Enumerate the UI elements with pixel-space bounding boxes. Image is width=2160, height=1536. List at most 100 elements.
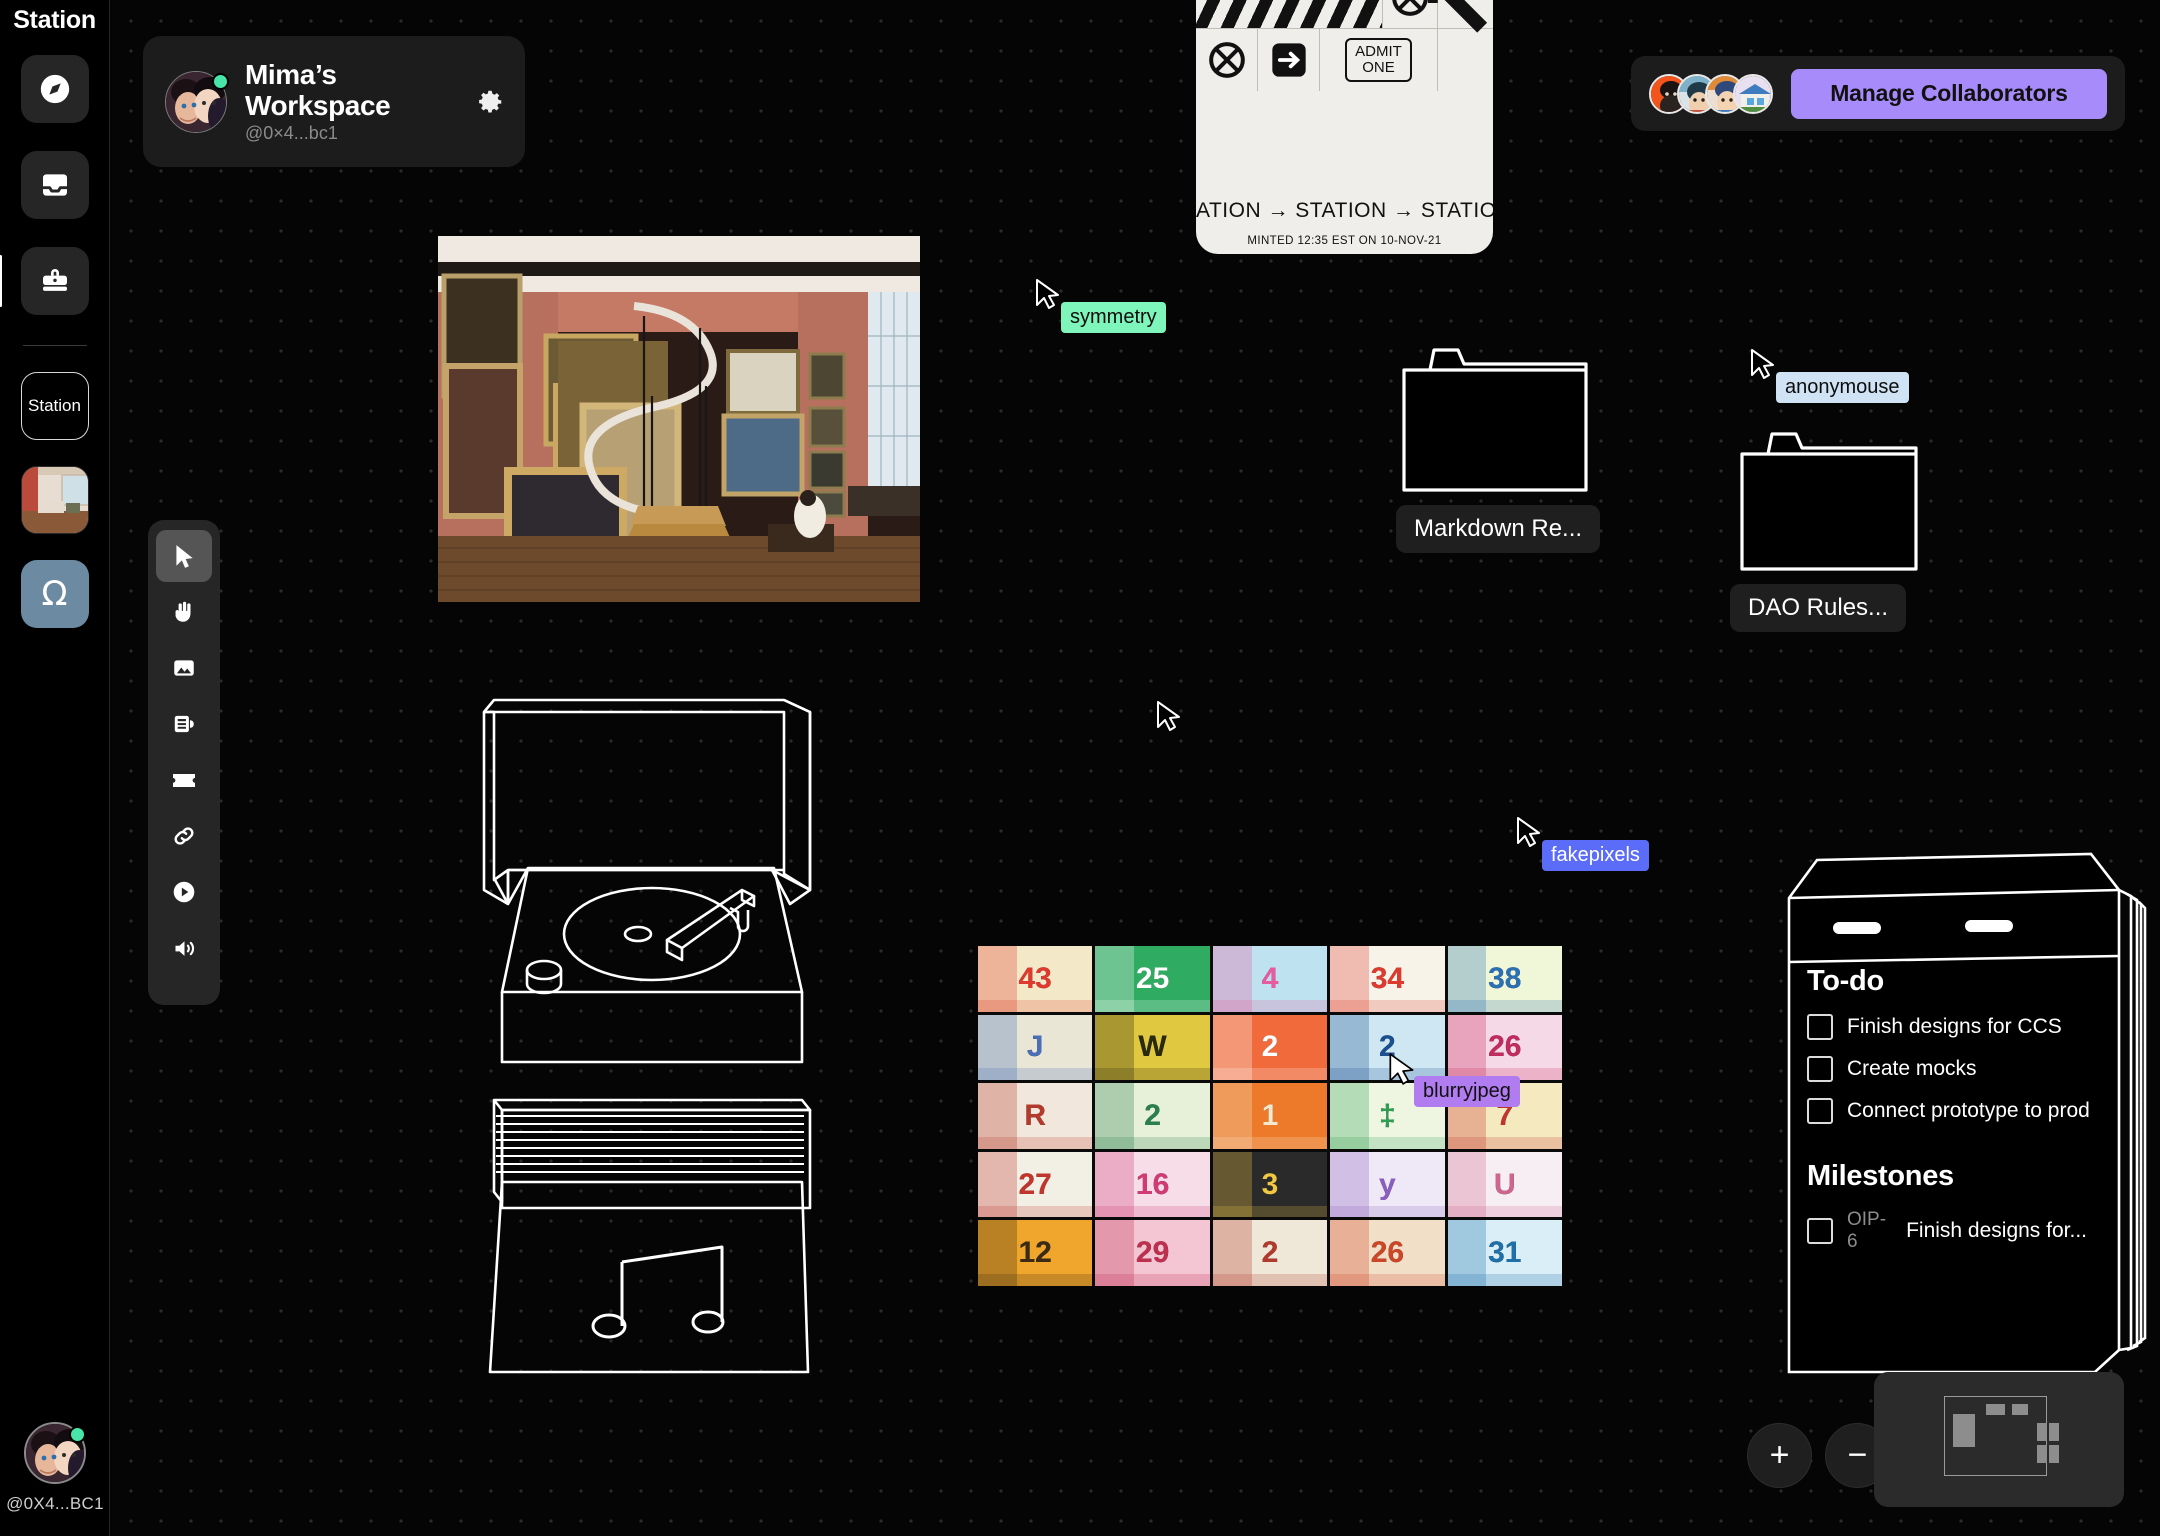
infinite-canvas[interactable]: → TO WEB3 → TO WEB3 → TO WEB3 <box>110 0 2160 1536</box>
cursor-arrow-icon <box>1388 1052 1416 1086</box>
ticket-cell-footer-band <box>978 1205 1093 1218</box>
cursor-label: anonymouse <box>1776 372 1909 403</box>
ticket-sheet-image[interactable]: 43 25 4 34 38 J W 2 2 26 R 2 1 ‡ 7 27 16 3 y U 12 29 2 26 31 <box>978 946 1562 1286</box>
ticket-cell: y <box>1330 1151 1445 1218</box>
rail-space-omega[interactable]: Ω <box>20 560 89 628</box>
ticket-tool[interactable] <box>156 754 212 806</box>
nft-cell-arrow-right-box <box>1258 29 1320 91</box>
avatar[interactable] <box>1733 73 1773 114</box>
ticket-cell-footer-band <box>1330 999 1445 1012</box>
image-icon <box>171 655 197 681</box>
ticket-cell-text: 4 <box>1261 961 1279 995</box>
zoom-in-button[interactable]: + <box>1747 1423 1812 1488</box>
ticket-cell: 3 <box>1212 1151 1328 1218</box>
ticket-cell-text: 31 <box>1488 1236 1522 1270</box>
ticket-cell-text: 25 <box>1135 961 1170 995</box>
nft-minted-timestamp: MINTED 12:35 EST ON 10-NOV-21 <box>1247 235 1442 247</box>
ticket-cell: 4 <box>1212 946 1328 1012</box>
gallery-image[interactable] <box>438 236 920 602</box>
folder-markdown-readme[interactable]: Markdown Re... <box>1396 348 1601 553</box>
link-icon <box>171 823 197 849</box>
cursor-label: symmetry <box>1061 302 1166 333</box>
ticket-cell: 2 <box>1095 1083 1210 1149</box>
audio-tool[interactable] <box>156 922 212 974</box>
ticket-cell: R <box>978 1083 1093 1149</box>
milestone-checkbox[interactable] <box>1807 1218 1833 1244</box>
app-root: Station Station Ω @0X4...BC1 ADMIT ONE A… <box>0 0 2160 1536</box>
rail-space-station[interactable]: Station <box>20 372 89 440</box>
rail-item-workspace[interactable] <box>0 247 89 315</box>
ticket-cell: 34 <box>1330 946 1445 1012</box>
pan-tool[interactable] <box>156 586 212 638</box>
ticket-cell: 25 <box>1095 946 1210 1012</box>
milestone-id: OIP-6 <box>1847 1209 1887 1252</box>
ticket-cell-text: ‡ <box>1379 1098 1396 1132</box>
ticket-cell-text: 16 <box>1135 1167 1170 1201</box>
folder-dao-rules[interactable]: DAO Rules... <box>1730 432 1918 632</box>
nft-marquee: ATION → STATION → STATION → STA <box>1196 199 1493 222</box>
rail-avatar-wrap[interactable] <box>24 1422 86 1484</box>
ticket-cell-text: U <box>1493 1167 1516 1201</box>
ticket-cell-footer-band <box>978 1274 1093 1286</box>
todo-item[interactable]: Finish designs for CCS <box>1807 1014 2087 1040</box>
todo-item-label: Connect prototype to prod <box>1847 1099 2090 1122</box>
cursor-label: fakepixels <box>1542 840 1649 871</box>
ticket-cell-footer-band <box>1447 1137 1562 1149</box>
todo-item[interactable]: Create mocks <box>1807 1056 2087 1082</box>
collaborators-bar: Manage Collaborators <box>1631 56 2125 131</box>
ticket-cell-footer-band <box>1447 999 1562 1012</box>
minimap-block <box>2049 1423 2059 1441</box>
rail-item-explore[interactable] <box>20 55 89 123</box>
milestone-item[interactable]: OIP-6 Finish designs for... <box>1807 1209 2087 1253</box>
link-tool[interactable] <box>156 810 212 862</box>
briefcase-icon <box>39 265 71 297</box>
cursor-arrow-icon <box>1156 700 1182 732</box>
image-tool[interactable] <box>156 642 212 694</box>
todo-item-label: Create mocks <box>1847 1057 1977 1080</box>
milestones-heading: Milestones <box>1807 1160 1954 1192</box>
minimap-block <box>2049 1445 2059 1463</box>
turntable-illustration[interactable] <box>472 672 832 1422</box>
ticket-cell: 26 <box>1330 1220 1445 1286</box>
ticket-icon <box>170 766 198 794</box>
minimap[interactable] <box>1874 1372 2124 1507</box>
workspace-settings-button[interactable] <box>473 85 507 119</box>
todo-checkbox[interactable] <box>1807 1098 1833 1124</box>
ticket-cell-text: R <box>1024 1098 1047 1132</box>
video-tool[interactable] <box>156 866 212 918</box>
nft-cell-admit-one: ADMIT ONE <box>1320 29 1438 91</box>
online-indicator <box>212 72 229 90</box>
online-indicator <box>69 1426 86 1443</box>
todo-checkbox[interactable] <box>1807 1014 1833 1040</box>
rail-item-inbox[interactable] <box>20 151 89 219</box>
ticket-cell: 12 <box>978 1220 1093 1286</box>
todo-checkbox[interactable] <box>1807 1056 1833 1082</box>
workspace-text: Mima’s Workspace @0×4...bc1 <box>245 59 473 145</box>
ticket-cell-footer-band <box>1095 1137 1210 1149</box>
nft-cell-x-circle-2 <box>1196 29 1258 91</box>
workspace-avatar-wrap <box>165 70 229 133</box>
ticket-cell-text: 1 <box>1261 1098 1279 1132</box>
manage-collaborators-button[interactable]: Manage Collaborators <box>1791 68 2107 119</box>
workspace-card[interactable]: Mima’s Workspace @0×4...bc1 <box>143 36 525 167</box>
ticket-cell-footer-band <box>1330 1205 1445 1218</box>
ticket-cell-text: 29 <box>1135 1236 1170 1270</box>
ticket-cell-text: 34 <box>1370 961 1405 995</box>
ticket-cell: 27 <box>978 1151 1093 1218</box>
document-tool[interactable] <box>156 698 212 750</box>
document-icon <box>171 711 197 737</box>
todo-panel[interactable]: To-do Finish designs for CCS Create mock… <box>1775 850 2155 1380</box>
nft-cell-big-arrow <box>1427 0 1493 33</box>
collaborator-avatars[interactable] <box>1649 73 1773 114</box>
ticket-cell: 2 <box>1212 1014 1328 1081</box>
inbox-icon <box>39 169 71 201</box>
todo-item[interactable]: Connect prototype to prod <box>1807 1098 2090 1124</box>
ticket-cell: 38 <box>1447 946 1562 1012</box>
rail-space-thumbnail[interactable] <box>20 466 89 534</box>
ticket-cell-footer-band <box>1095 999 1210 1012</box>
ticket-cell-text: y <box>1379 1167 1396 1201</box>
ticket-cell-text: 27 <box>1018 1167 1052 1201</box>
nft-ticket-card[interactable]: → TO WEB3 → TO WEB3 → TO WEB3 <box>1196 0 1493 254</box>
select-tool[interactable] <box>156 530 212 582</box>
ticket-cell-footer-band <box>1212 1274 1328 1286</box>
